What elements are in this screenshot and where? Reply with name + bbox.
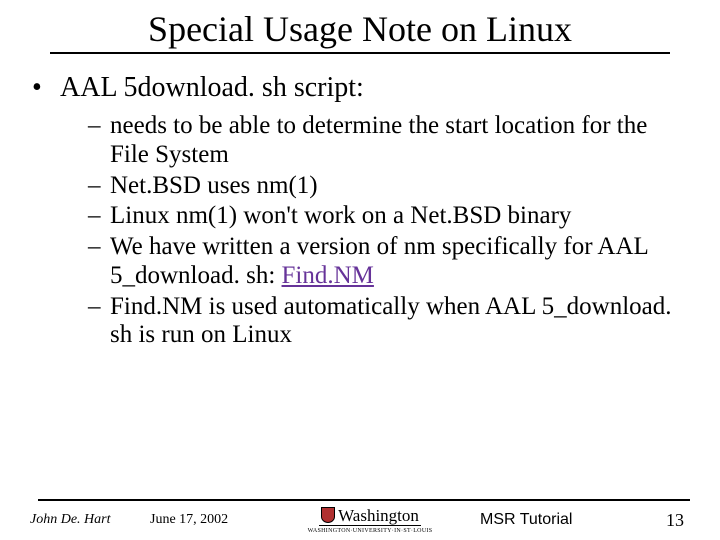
university-subtext: WASHINGTON·UNIVERSITY·IN·ST·LOUIS (280, 528, 460, 534)
dash-icon: – (88, 112, 110, 170)
sub-bullet: – Linux nm(1) won't work on a Net.BSD bi… (88, 202, 688, 231)
sub-bullet-text: Net.BSD uses nm(1) (110, 172, 688, 201)
bullet-text: AAL 5download. sh script: (60, 72, 364, 104)
bullet-marker: • (32, 72, 60, 104)
slide-body: • AAL 5download. sh script: – needs to b… (32, 72, 688, 350)
dash-icon: – (88, 293, 110, 351)
footer-author: John De. Hart (30, 512, 150, 528)
sub-bullet-text: Find.NM is used automatically when AAL 5… (110, 293, 688, 351)
footer-tutorial: MSR Tutorial (460, 511, 630, 529)
shield-icon (321, 507, 335, 523)
dash-icon: – (88, 172, 110, 201)
bullet-level1: • AAL 5download. sh script: (32, 72, 688, 104)
footer-university-logo: Washington WASHINGTON·UNIVERSITY·IN·ST·L… (280, 507, 460, 535)
sub-bullet-text: Linux nm(1) won't work on a Net.BSD bina… (110, 202, 688, 231)
footer-divider (38, 499, 690, 501)
university-name: Washington (338, 507, 419, 524)
dash-icon: – (88, 202, 110, 231)
sub-bullet: – We have written a version of nm specif… (88, 233, 688, 291)
sub-bullet-text: needs to be able to determine the start … (110, 112, 688, 170)
dash-icon: – (88, 233, 110, 291)
slide-title: Special Usage Note on Linux (50, 8, 669, 54)
sub-bullet: – needs to be able to determine the star… (88, 112, 688, 170)
footer-page-number: 13 (630, 510, 690, 531)
sub-bullet-text: We have written a version of nm specific… (110, 233, 688, 291)
sub-bullet: – Net.BSD uses nm(1) (88, 172, 688, 201)
footer-date: June 17, 2002 (150, 512, 280, 528)
slide-footer: John De. Hart June 17, 2002 Washington W… (0, 499, 720, 535)
slide: Special Usage Note on Linux • AAL 5downl… (0, 8, 720, 540)
findnm-link[interactable]: Find.NM (282, 262, 374, 289)
sub-bullet-list: – needs to be able to determine the star… (88, 112, 688, 350)
sub-bullet: – Find.NM is used automatically when AAL… (88, 293, 688, 351)
